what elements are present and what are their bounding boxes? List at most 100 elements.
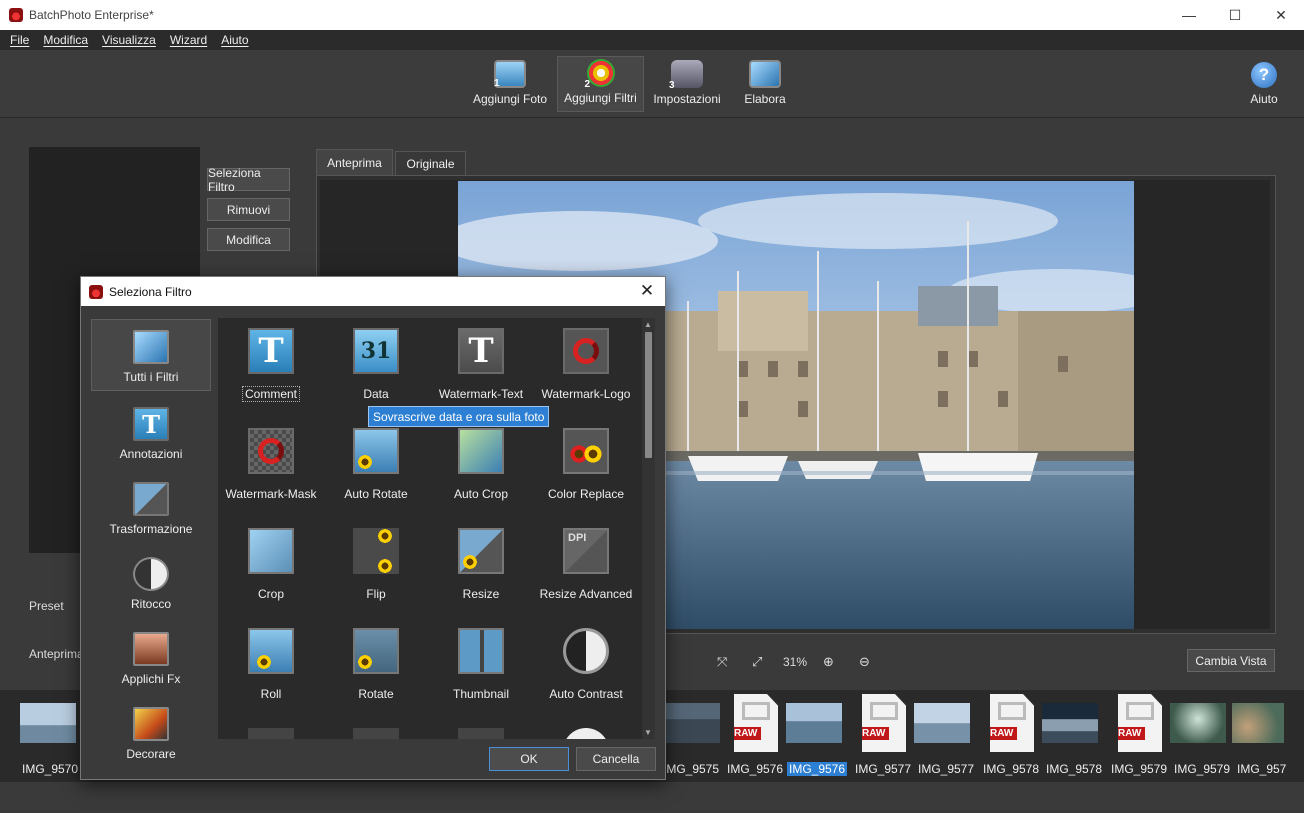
preset-label: Preset <box>29 599 64 613</box>
flip-icon <box>353 528 399 574</box>
filter-flip[interactable]: Flip <box>323 520 429 612</box>
filter-date[interactable]: 31 Data <box>323 320 429 412</box>
thumbnail-label: IMG_9577 <box>918 762 975 776</box>
window-title: BatchPhoto Enterprise* <box>29 8 154 22</box>
filter-partial[interactable] <box>323 720 429 739</box>
palm-fx-icon <box>133 632 169 666</box>
sparkle-icon <box>248 728 294 739</box>
filter-label: Crop <box>257 587 284 601</box>
change-view-button[interactable]: Cambia Vista <box>1187 649 1275 672</box>
filter-label: Auto Contrast <box>549 687 623 701</box>
tab-original[interactable]: Originale <box>395 151 466 175</box>
filter-watermark-logo[interactable]: Watermark-Logo <box>533 320 639 412</box>
edit-filter-button[interactable]: Modifica <box>207 228 290 251</box>
thumbnail-grid-icon <box>458 628 504 674</box>
maximize-button[interactable]: ☐ <box>1212 0 1258 30</box>
menu-modifica[interactable]: Modifica <box>36 33 95 47</box>
thumbnail[interactable] <box>18 692 78 754</box>
filter-label: Color Replace <box>547 487 625 501</box>
filter-watermark-text[interactable]: T Watermark-Text <box>428 320 534 412</box>
raw-thumbnail[interactable]: RAW <box>1110 692 1170 754</box>
filter-comment[interactable]: T Comment <box>218 320 324 412</box>
filter-resize[interactable]: Resize <box>428 520 534 612</box>
light-icon <box>458 728 504 739</box>
filter-auto-contrast[interactable]: Auto Contrast <box>533 620 639 712</box>
menu-file[interactable]: File <box>3 33 36 47</box>
category-decorate[interactable]: Decorare <box>91 695 211 767</box>
menu-visualizza[interactable]: Visualizza <box>95 33 163 47</box>
select-filter-button[interactable]: Seleziona Filtro <box>207 166 290 194</box>
filter-resize-advanced[interactable]: DPI Resize Advanced <box>533 520 639 612</box>
zoom-in-icon[interactable]: ⊕ <box>823 654 834 670</box>
thumbnail-label: IMG_9575 <box>663 762 720 776</box>
filter-label: Watermark-Mask <box>225 487 317 501</box>
filters-grid: T Comment 31 Data T Watermark-Text Water… <box>218 318 655 739</box>
thumbnail[interactable] <box>662 692 722 754</box>
menu-aiuto[interactable]: Aiuto <box>214 33 255 47</box>
filters-scrollbar[interactable]: ▲ ▼ <box>642 318 655 739</box>
category-label: Ritocco <box>130 597 171 611</box>
filter-label: Resize <box>462 587 500 601</box>
step-add-photos-button[interactable]: 1 Aggiungi Foto <box>470 56 550 112</box>
actual-size-icon[interactable]: ⤢ <box>752 654 762 670</box>
filter-thumbnail[interactable]: Thumbnail <box>428 620 534 712</box>
thumbnail[interactable] <box>1040 692 1100 754</box>
thumbnail[interactable] <box>912 692 972 754</box>
filter-partial[interactable] <box>533 720 639 739</box>
raw-thumbnail[interactable]: RAW <box>854 692 914 754</box>
thumbnail-label: IMG_9577 <box>855 762 912 776</box>
thumbnail[interactable] <box>1168 692 1228 754</box>
raw-thumbnail[interactable]: RAW <box>726 692 786 754</box>
close-button[interactable]: ✕ <box>1258 0 1304 30</box>
fit-window-icon[interactable]: ⤧ <box>717 654 727 670</box>
thumbnail-label: IMG_957 <box>1237 762 1287 776</box>
category-all-filters[interactable]: Tutti i Filtri <box>91 319 211 391</box>
window-titlebar: BatchPhoto Enterprise* — ☐ ✕ <box>0 0 1304 30</box>
app-logo-icon <box>89 284 103 299</box>
add-photos-icon: 1 <box>494 60 526 89</box>
dialog-close-icon[interactable]: ✕ <box>637 281 657 301</box>
calendar-icon: 31 <box>353 328 399 374</box>
step-process-button[interactable]: Elabora <box>740 56 790 112</box>
filter-partial[interactable] <box>218 720 324 739</box>
category-annotations[interactable]: T Annotazioni <box>91 395 211 467</box>
filter-auto-rotate[interactable]: Auto Rotate <box>323 420 429 512</box>
help-label: Aiuto <box>1250 92 1278 106</box>
step-settings-button[interactable]: 3 Impostazioni <box>650 56 724 112</box>
category-retouch[interactable]: Ritocco <box>91 545 211 617</box>
help-button[interactable]: ? Aiuto <box>1244 56 1284 112</box>
filter-color-replace[interactable]: Color Replace <box>533 420 639 512</box>
cancel-button[interactable]: Cancella <box>576 747 656 771</box>
scrollbar-thumb[interactable] <box>645 332 652 458</box>
raw-thumbnail[interactable]: RAW <box>982 692 1042 754</box>
filter-crop[interactable]: Crop <box>218 520 324 612</box>
dpi-resize-icon: DPI <box>563 528 609 574</box>
category-apply-fx[interactable]: Applichi Fx <box>91 620 211 692</box>
raw-badge: RAW <box>990 727 1018 740</box>
tab-preview[interactable]: Anteprima <box>316 149 393 175</box>
auto-contrast-icon <box>563 628 609 674</box>
filter-tooltip: Sovrascrive data e ora sulla foto <box>368 406 550 427</box>
thumbnail[interactable] <box>1232 692 1284 754</box>
filter-partial[interactable] <box>428 720 534 739</box>
resize-icon <box>458 528 504 574</box>
menu-wizard[interactable]: Wizard <box>163 33 214 47</box>
category-transformation[interactable]: Trasformazione <box>91 470 211 542</box>
zoom-percent: 31% <box>783 655 808 669</box>
ok-button[interactable]: OK <box>489 747 569 771</box>
watermark-logo-icon <box>563 328 609 374</box>
filter-auto-crop[interactable]: Auto Crop <box>428 420 534 512</box>
filter-watermark-mask[interactable]: Watermark-Mask <box>218 420 324 512</box>
thumbnail-label: IMG_9579 <box>1111 762 1168 776</box>
add-filters-icon: 2 <box>585 59 615 90</box>
step-label: Aggiungi Filtri <box>564 91 637 105</box>
filter-roll[interactable]: Roll <box>218 620 324 712</box>
step-add-filters-button[interactable]: 2 Aggiungi Filtri <box>557 56 644 112</box>
step-label: Aggiungi Foto <box>472 92 548 106</box>
zoom-out-icon[interactable]: ⊖ <box>859 654 870 670</box>
thumbnail-selected[interactable] <box>784 692 844 754</box>
remove-filter-button[interactable]: Rimuovi <box>207 198 290 221</box>
minimize-button[interactable]: — <box>1166 0 1212 30</box>
filter-rotate[interactable]: Rotate <box>323 620 429 712</box>
filter-label: Watermark-Text <box>438 387 524 401</box>
